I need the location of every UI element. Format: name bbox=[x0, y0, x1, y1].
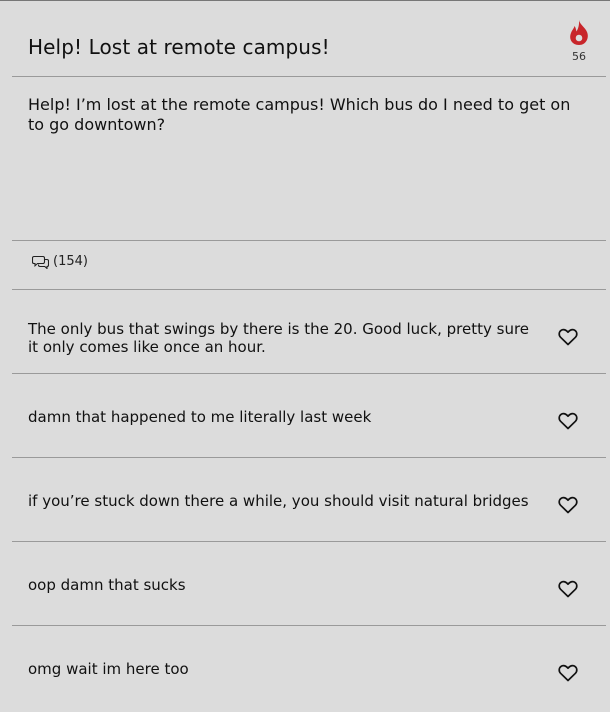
post-title: Help! Lost at remote campus! bbox=[28, 35, 330, 59]
heart-outline-icon[interactable] bbox=[558, 328, 578, 346]
heart-outline-icon[interactable] bbox=[558, 580, 578, 598]
comment-count-label: (154) bbox=[53, 254, 88, 269]
comment-item: if you’re stuck down there a while, you … bbox=[0, 458, 610, 541]
comment-text: oop damn that sucks bbox=[28, 576, 186, 594]
heart-outline-icon[interactable] bbox=[558, 496, 578, 514]
comment-item: damn that happened to me literally last … bbox=[0, 374, 610, 457]
speech-bubbles-icon bbox=[32, 255, 49, 269]
heart-outline-icon[interactable] bbox=[558, 664, 578, 682]
comment-text: omg wait im here too bbox=[28, 660, 189, 678]
comment-count-button[interactable]: (154) bbox=[32, 254, 88, 269]
comment-text: damn that happened to me literally last … bbox=[28, 408, 372, 426]
comment-item: oop damn that sucks bbox=[0, 542, 610, 625]
comment-item: omg wait im here too bbox=[0, 626, 610, 709]
divider bbox=[12, 76, 606, 77]
flame-icon[interactable] bbox=[567, 19, 591, 47]
heart-outline-icon[interactable] bbox=[558, 412, 578, 430]
post-header: Help! Lost at remote campus! 56 bbox=[0, 1, 610, 76]
comment-text: if you’re stuck down there a while, you … bbox=[28, 492, 529, 510]
comment-item: The only bus that swings by there is the… bbox=[0, 290, 610, 373]
vote-widget[interactable]: 56 bbox=[564, 19, 594, 63]
comment-text: The only bus that swings by there is the… bbox=[28, 320, 530, 356]
vote-count: 56 bbox=[572, 50, 586, 63]
post-screen: Help! Lost at remote campus! 56 Help! I’… bbox=[0, 0, 610, 712]
post-body: Help! I’m lost at the remote campus! Whi… bbox=[28, 95, 571, 134]
divider bbox=[12, 240, 606, 241]
